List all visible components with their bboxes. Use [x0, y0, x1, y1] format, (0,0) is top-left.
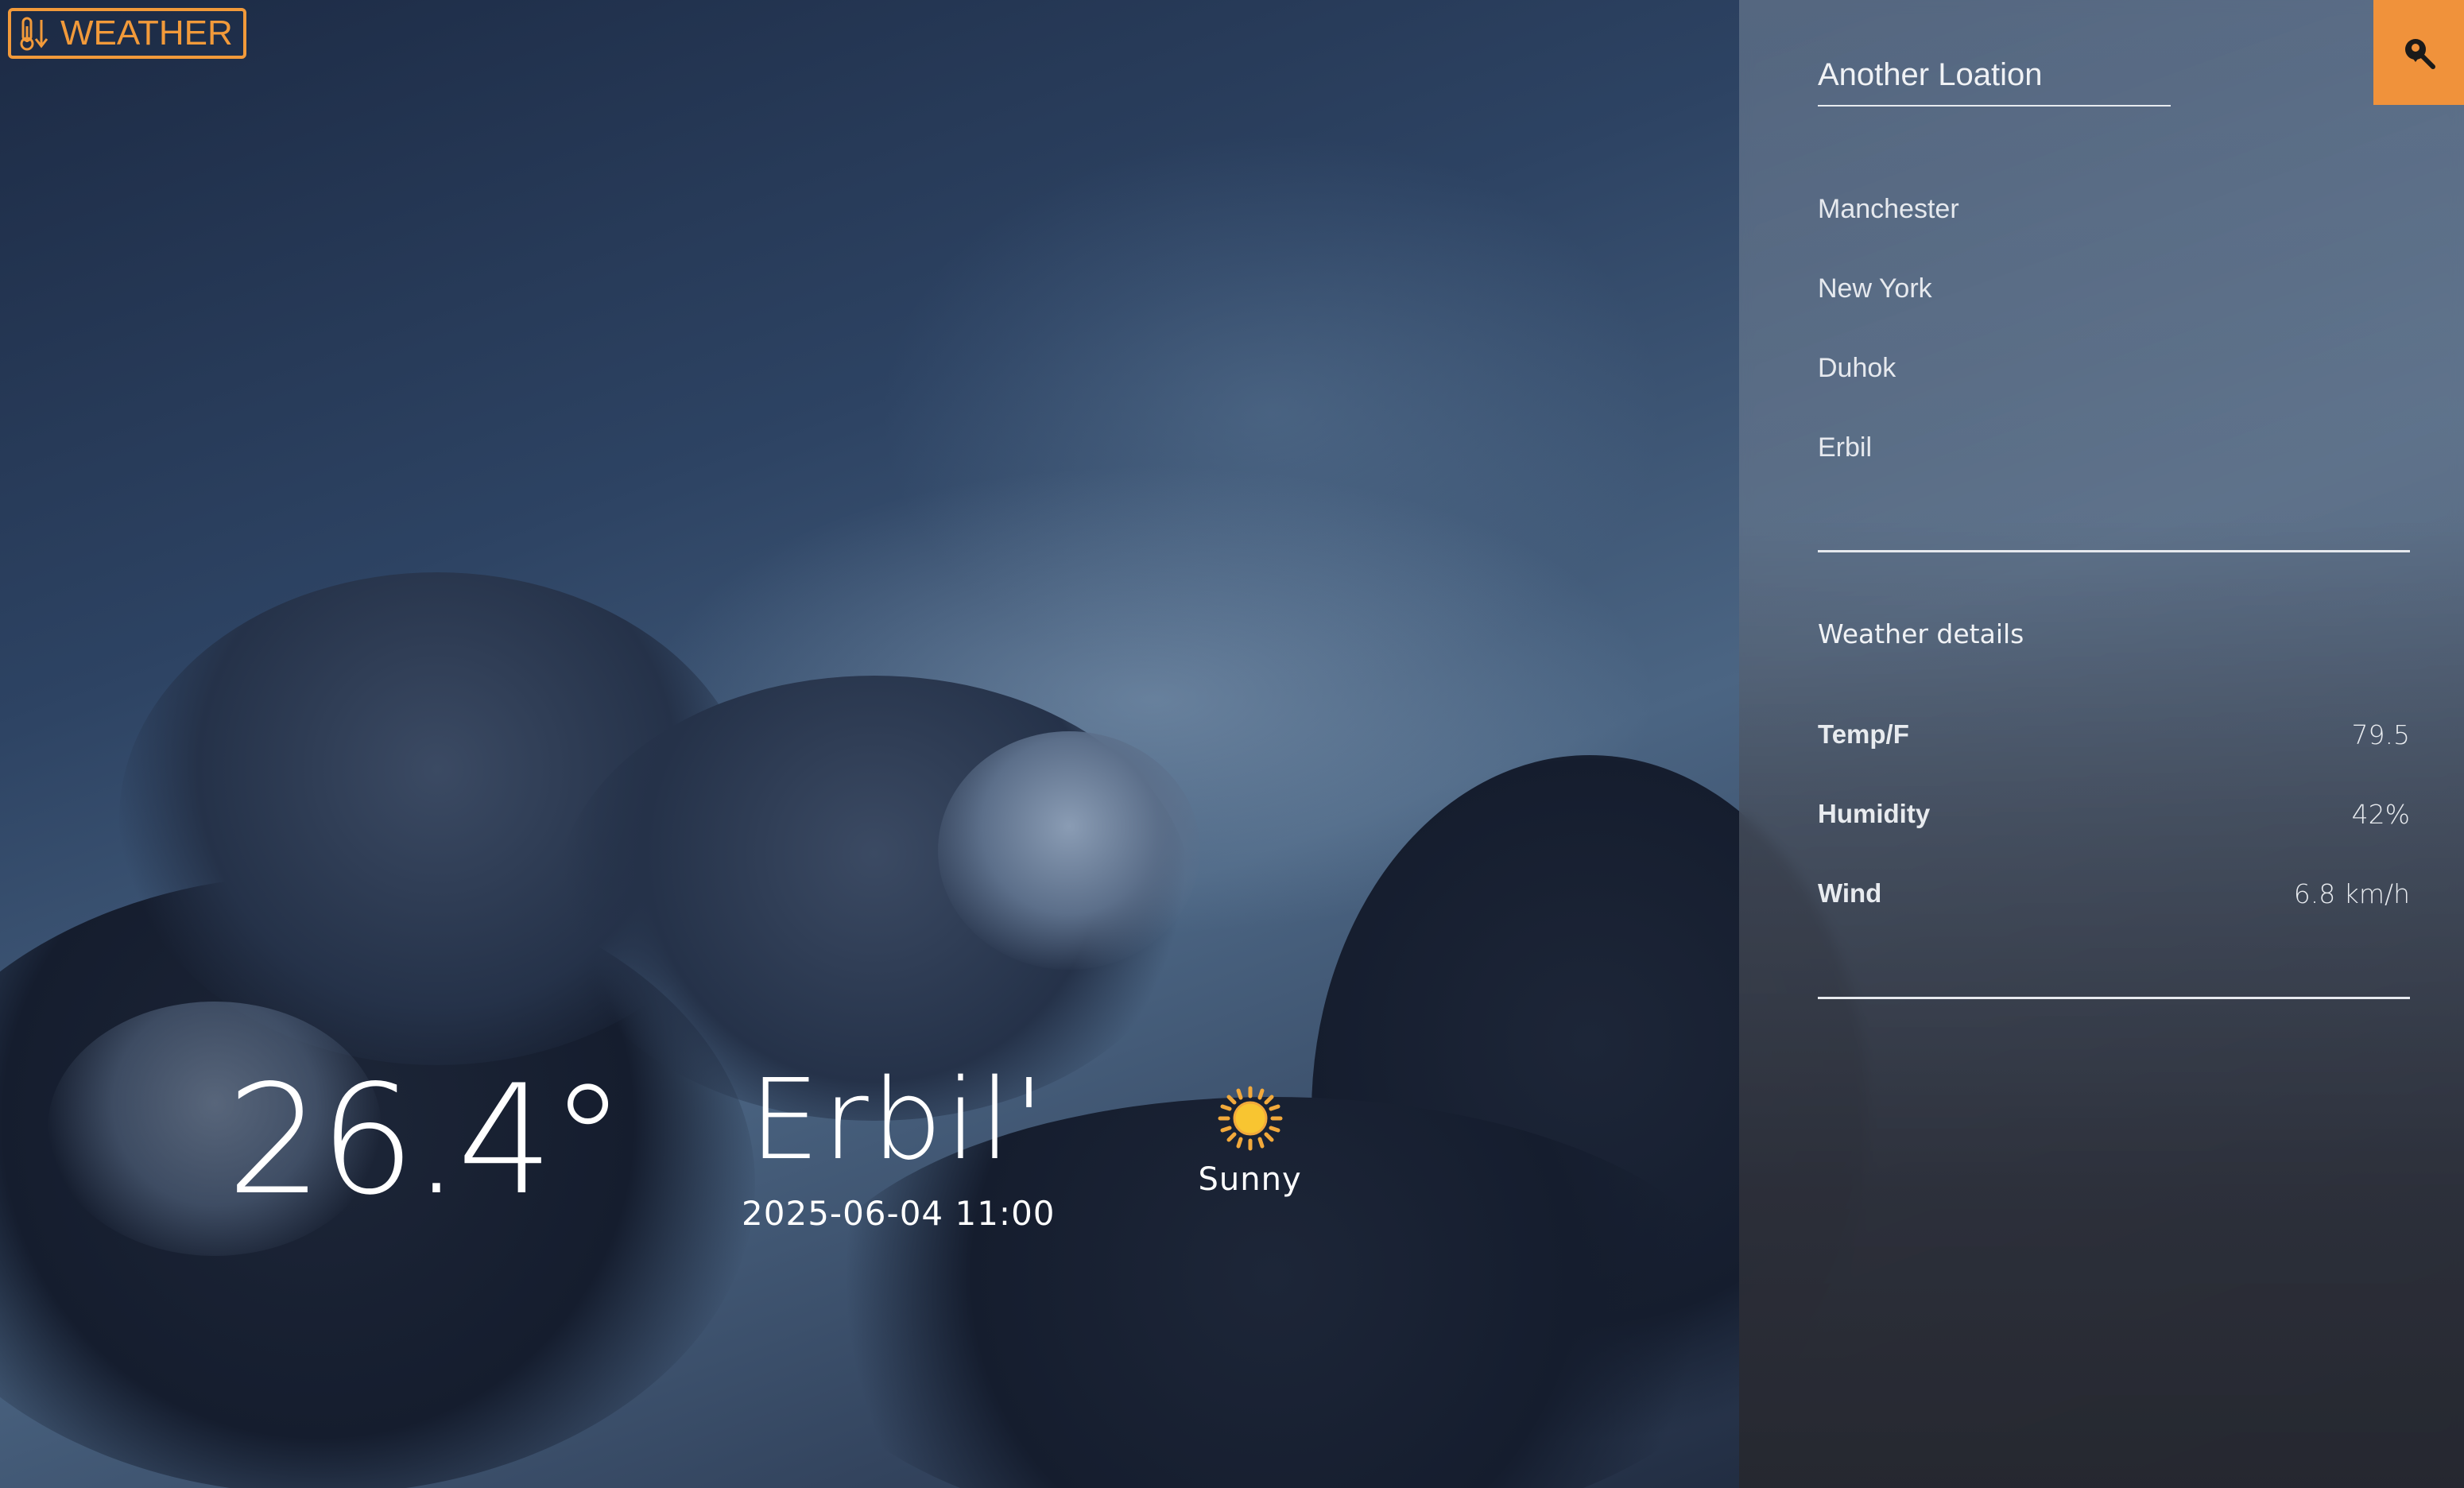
location-item-erbil[interactable]: Erbil [1818, 429, 1959, 509]
detail-label: Temp/F [1818, 719, 1909, 749]
location-list: Manchester New York Duhok Erbil [1818, 191, 1959, 509]
detail-label: Wind [1818, 878, 1882, 908]
logo-text: WEATHER [60, 14, 233, 52]
location-item-manchester[interactable]: Manchester [1818, 191, 1959, 270]
city-name: Erbil' [749, 1056, 1048, 1185]
detail-row-humidity: Humidity 42% [1818, 799, 2410, 830]
current-temperature: 26.4° [227, 1052, 626, 1228]
side-panel: Manchester New York Duhok Erbil Weather … [1739, 0, 2464, 1488]
date-time: 2025-06-04 11:00 [742, 1194, 1056, 1233]
detail-value: 79.5 [2351, 719, 2410, 750]
divider [1818, 997, 2410, 999]
current-weather: 26.4° Erbil' 2025-06-04 11:00 Sunny [227, 1057, 1302, 1248]
thermometer-icon [20, 17, 48, 51]
detail-value: 42% [2351, 799, 2410, 830]
city-block: Erbil' 2025-06-04 11:00 [742, 1056, 1056, 1234]
condition-text: Sunny [1198, 1161, 1302, 1198]
detail-row-wind: Wind 6.8 km/h [1818, 878, 2410, 909]
detail-value: 6.8 km/h [2293, 878, 2410, 909]
search-button[interactable] [2373, 0, 2464, 105]
location-item-duhok[interactable]: Duhok [1818, 350, 1959, 429]
location-item-new-york[interactable]: New York [1818, 270, 1959, 350]
divider [1818, 550, 2410, 552]
detail-row-temp-f: Temp/F 79.5 [1818, 719, 2410, 750]
app-logo[interactable]: WEATHER [8, 8, 246, 59]
weather-details-title: Weather details [1818, 618, 2024, 649]
cloud-shape [938, 731, 1200, 970]
location-search-input[interactable] [1818, 45, 2171, 107]
condition-block: Sunny [1199, 1085, 1302, 1198]
search-icon [2405, 39, 2435, 69]
detail-label: Humidity [1818, 799, 1931, 828]
sun-icon [1218, 1086, 1283, 1151]
